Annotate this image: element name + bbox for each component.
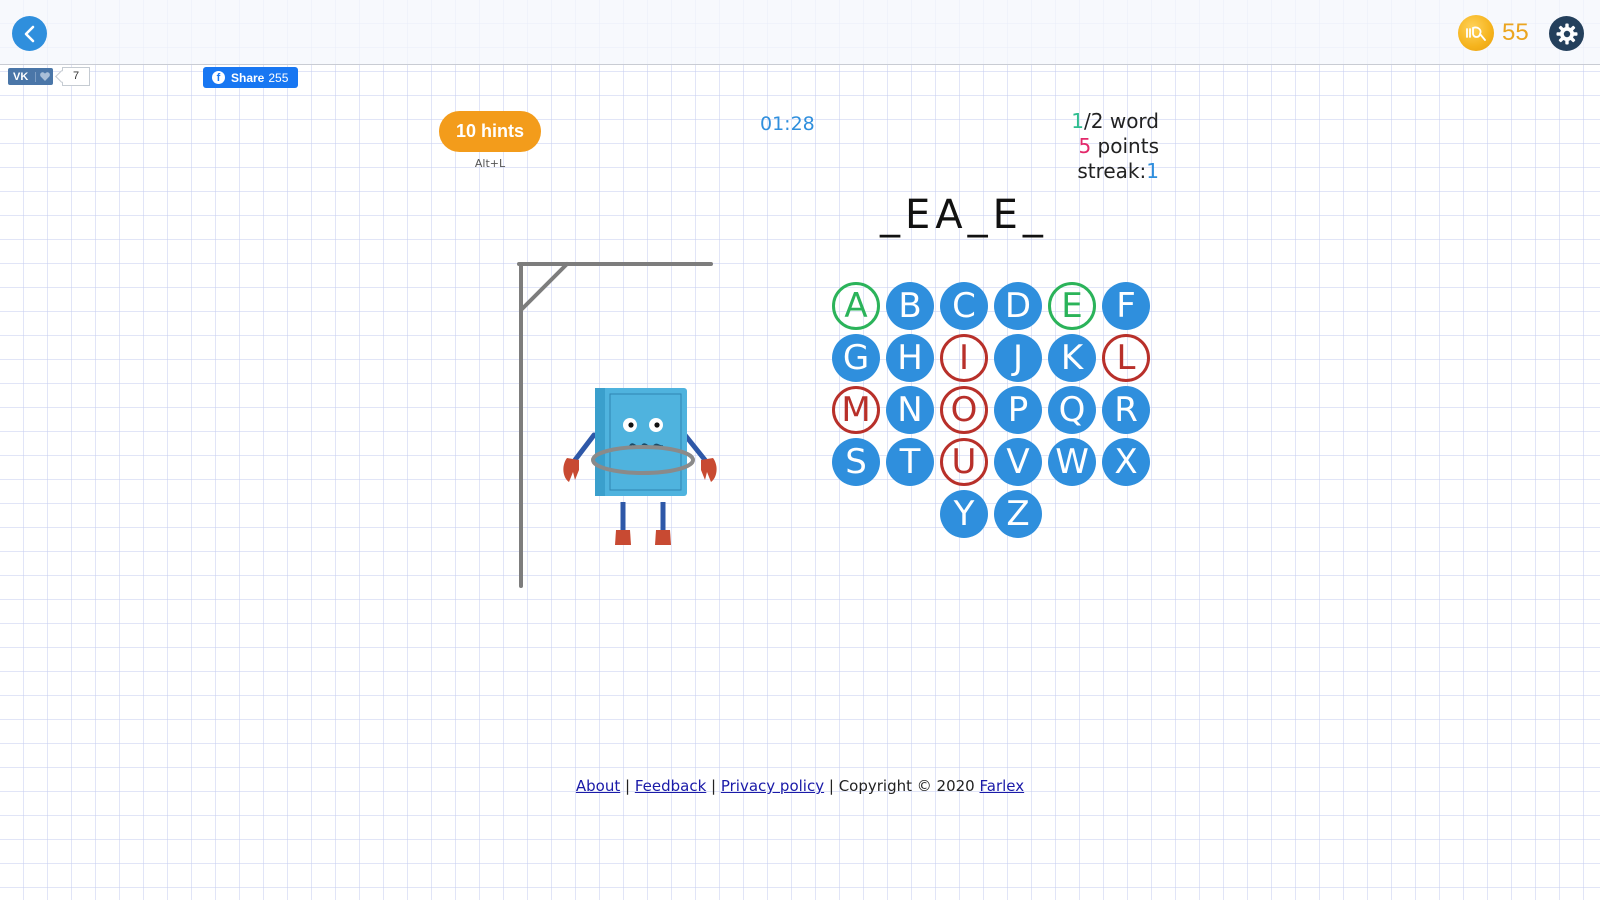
- keyboard-row: ABCDEF: [823, 281, 1159, 333]
- letter-key-e[interactable]: E: [1048, 282, 1096, 330]
- letter-key-s[interactable]: S: [832, 438, 880, 486]
- letter-key-w[interactable]: W: [1048, 438, 1096, 486]
- footer: About | Feedback | Privacy policy | Copy…: [575, 777, 1025, 795]
- points: 5 points: [1078, 134, 1159, 158]
- gallows-illustration: [517, 262, 717, 588]
- letter-key-m[interactable]: M: [832, 386, 880, 434]
- letter-key-d[interactable]: D: [994, 282, 1042, 330]
- letter-key-o[interactable]: O: [940, 386, 988, 434]
- keyboard-row: GHIJKL: [823, 333, 1159, 385]
- copyright: Copyright © 2020: [838, 777, 975, 795]
- keyboard-row: MNOPQR: [823, 385, 1159, 437]
- letter-key-n[interactable]: N: [886, 386, 934, 434]
- letter-key-k[interactable]: K: [1048, 334, 1096, 382]
- divider: [35, 71, 36, 82]
- hints-shortcut: Alt+L: [474, 157, 506, 170]
- coin-balance: 55: [1458, 15, 1529, 51]
- letter-key-x[interactable]: X: [1102, 438, 1150, 486]
- gear-icon: [1556, 23, 1577, 44]
- letter-key-b[interactable]: B: [886, 282, 934, 330]
- facebook-share-button[interactable]: f Share 255: [203, 67, 298, 88]
- letter-key-z[interactable]: Z: [994, 490, 1042, 538]
- about-link[interactable]: About: [576, 777, 620, 795]
- keyboard-row: YZ: [823, 489, 1159, 541]
- letter-key-q[interactable]: Q: [1048, 386, 1096, 434]
- letter-key-l[interactable]: L: [1102, 334, 1150, 382]
- letter-key-h[interactable]: H: [886, 334, 934, 382]
- letter-key-f[interactable]: F: [1102, 282, 1150, 330]
- coin-count: 55: [1502, 19, 1529, 46]
- feedback-link[interactable]: Feedback: [635, 777, 706, 795]
- share-label: Share: [231, 70, 265, 85]
- privacy-policy-link[interactable]: Privacy policy: [721, 777, 824, 795]
- letter-key-i[interactable]: I: [940, 334, 988, 382]
- letter-key-r[interactable]: R: [1102, 386, 1150, 434]
- letter-key-u[interactable]: U: [940, 438, 988, 486]
- timer: 01:28: [760, 113, 815, 135]
- settings-button[interactable]: [1549, 16, 1584, 51]
- vk-like-button[interactable]: VK: [8, 68, 53, 85]
- letter-key-g[interactable]: G: [832, 334, 880, 382]
- letter-key-c[interactable]: C: [940, 282, 988, 330]
- heart-icon: [40, 72, 50, 81]
- vk-like-count: 7: [62, 67, 90, 86]
- letter-key-t[interactable]: T: [886, 438, 934, 486]
- top-bar: 55: [0, 0, 1600, 65]
- vk-logo-icon: VK: [13, 70, 29, 83]
- book-character: [563, 388, 717, 545]
- coin-icon: [1458, 15, 1494, 51]
- word-progress: 1/2 word: [1071, 109, 1159, 133]
- letter-key-v[interactable]: V: [994, 438, 1042, 486]
- letter-key-a[interactable]: A: [832, 282, 880, 330]
- facebook-icon: f: [212, 71, 225, 84]
- back-button[interactable]: [12, 16, 47, 51]
- letter-key-j[interactable]: J: [994, 334, 1042, 382]
- keyboard-row: STUVWX: [823, 437, 1159, 489]
- letter-key-p[interactable]: P: [994, 386, 1042, 434]
- masked-word: _EA_E_: [880, 192, 1048, 238]
- game-stats: 1/2 word 5 points streak:1: [1071, 109, 1159, 184]
- farlex-link[interactable]: Farlex: [980, 777, 1025, 795]
- share-count: 255: [268, 70, 289, 85]
- letter-key-y[interactable]: Y: [940, 490, 988, 538]
- streak: streak:1: [1077, 159, 1159, 183]
- chevron-left-icon: [24, 25, 34, 42]
- letter-keyboard: ABCDEFGHIJKLMNOPQRSTUVWXYZ: [823, 281, 1159, 541]
- hints-button[interactable]: 10 hints: [439, 111, 541, 152]
